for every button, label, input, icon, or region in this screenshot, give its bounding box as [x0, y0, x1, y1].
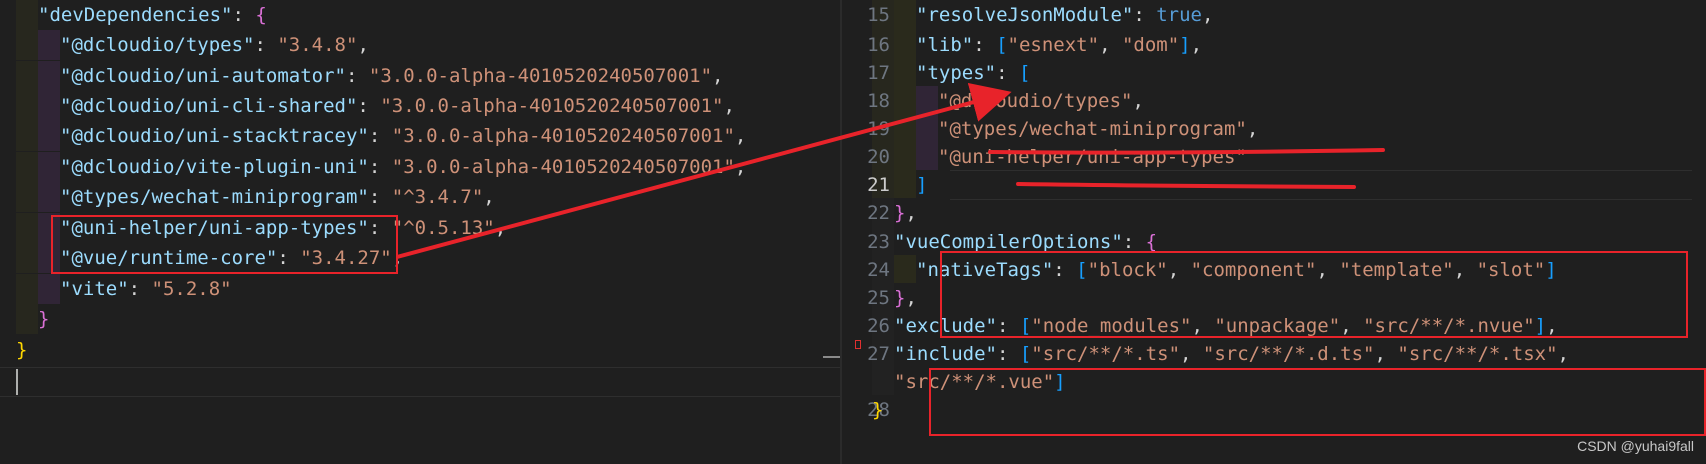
annotation-box-left — [51, 215, 398, 274]
annotation-layer — [51, 82, 1706, 436]
annotation-underline-wechat — [988, 148, 1385, 155]
annotation-box-vue-compiler — [940, 251, 1688, 338]
watermark: CSDN @yuhai9fall — [1577, 438, 1694, 454]
annotation-arrow — [396, 82, 1012, 259]
annotation-box-include — [929, 368, 1706, 436]
annotation-underline-uni-helper — [1016, 182, 1356, 189]
